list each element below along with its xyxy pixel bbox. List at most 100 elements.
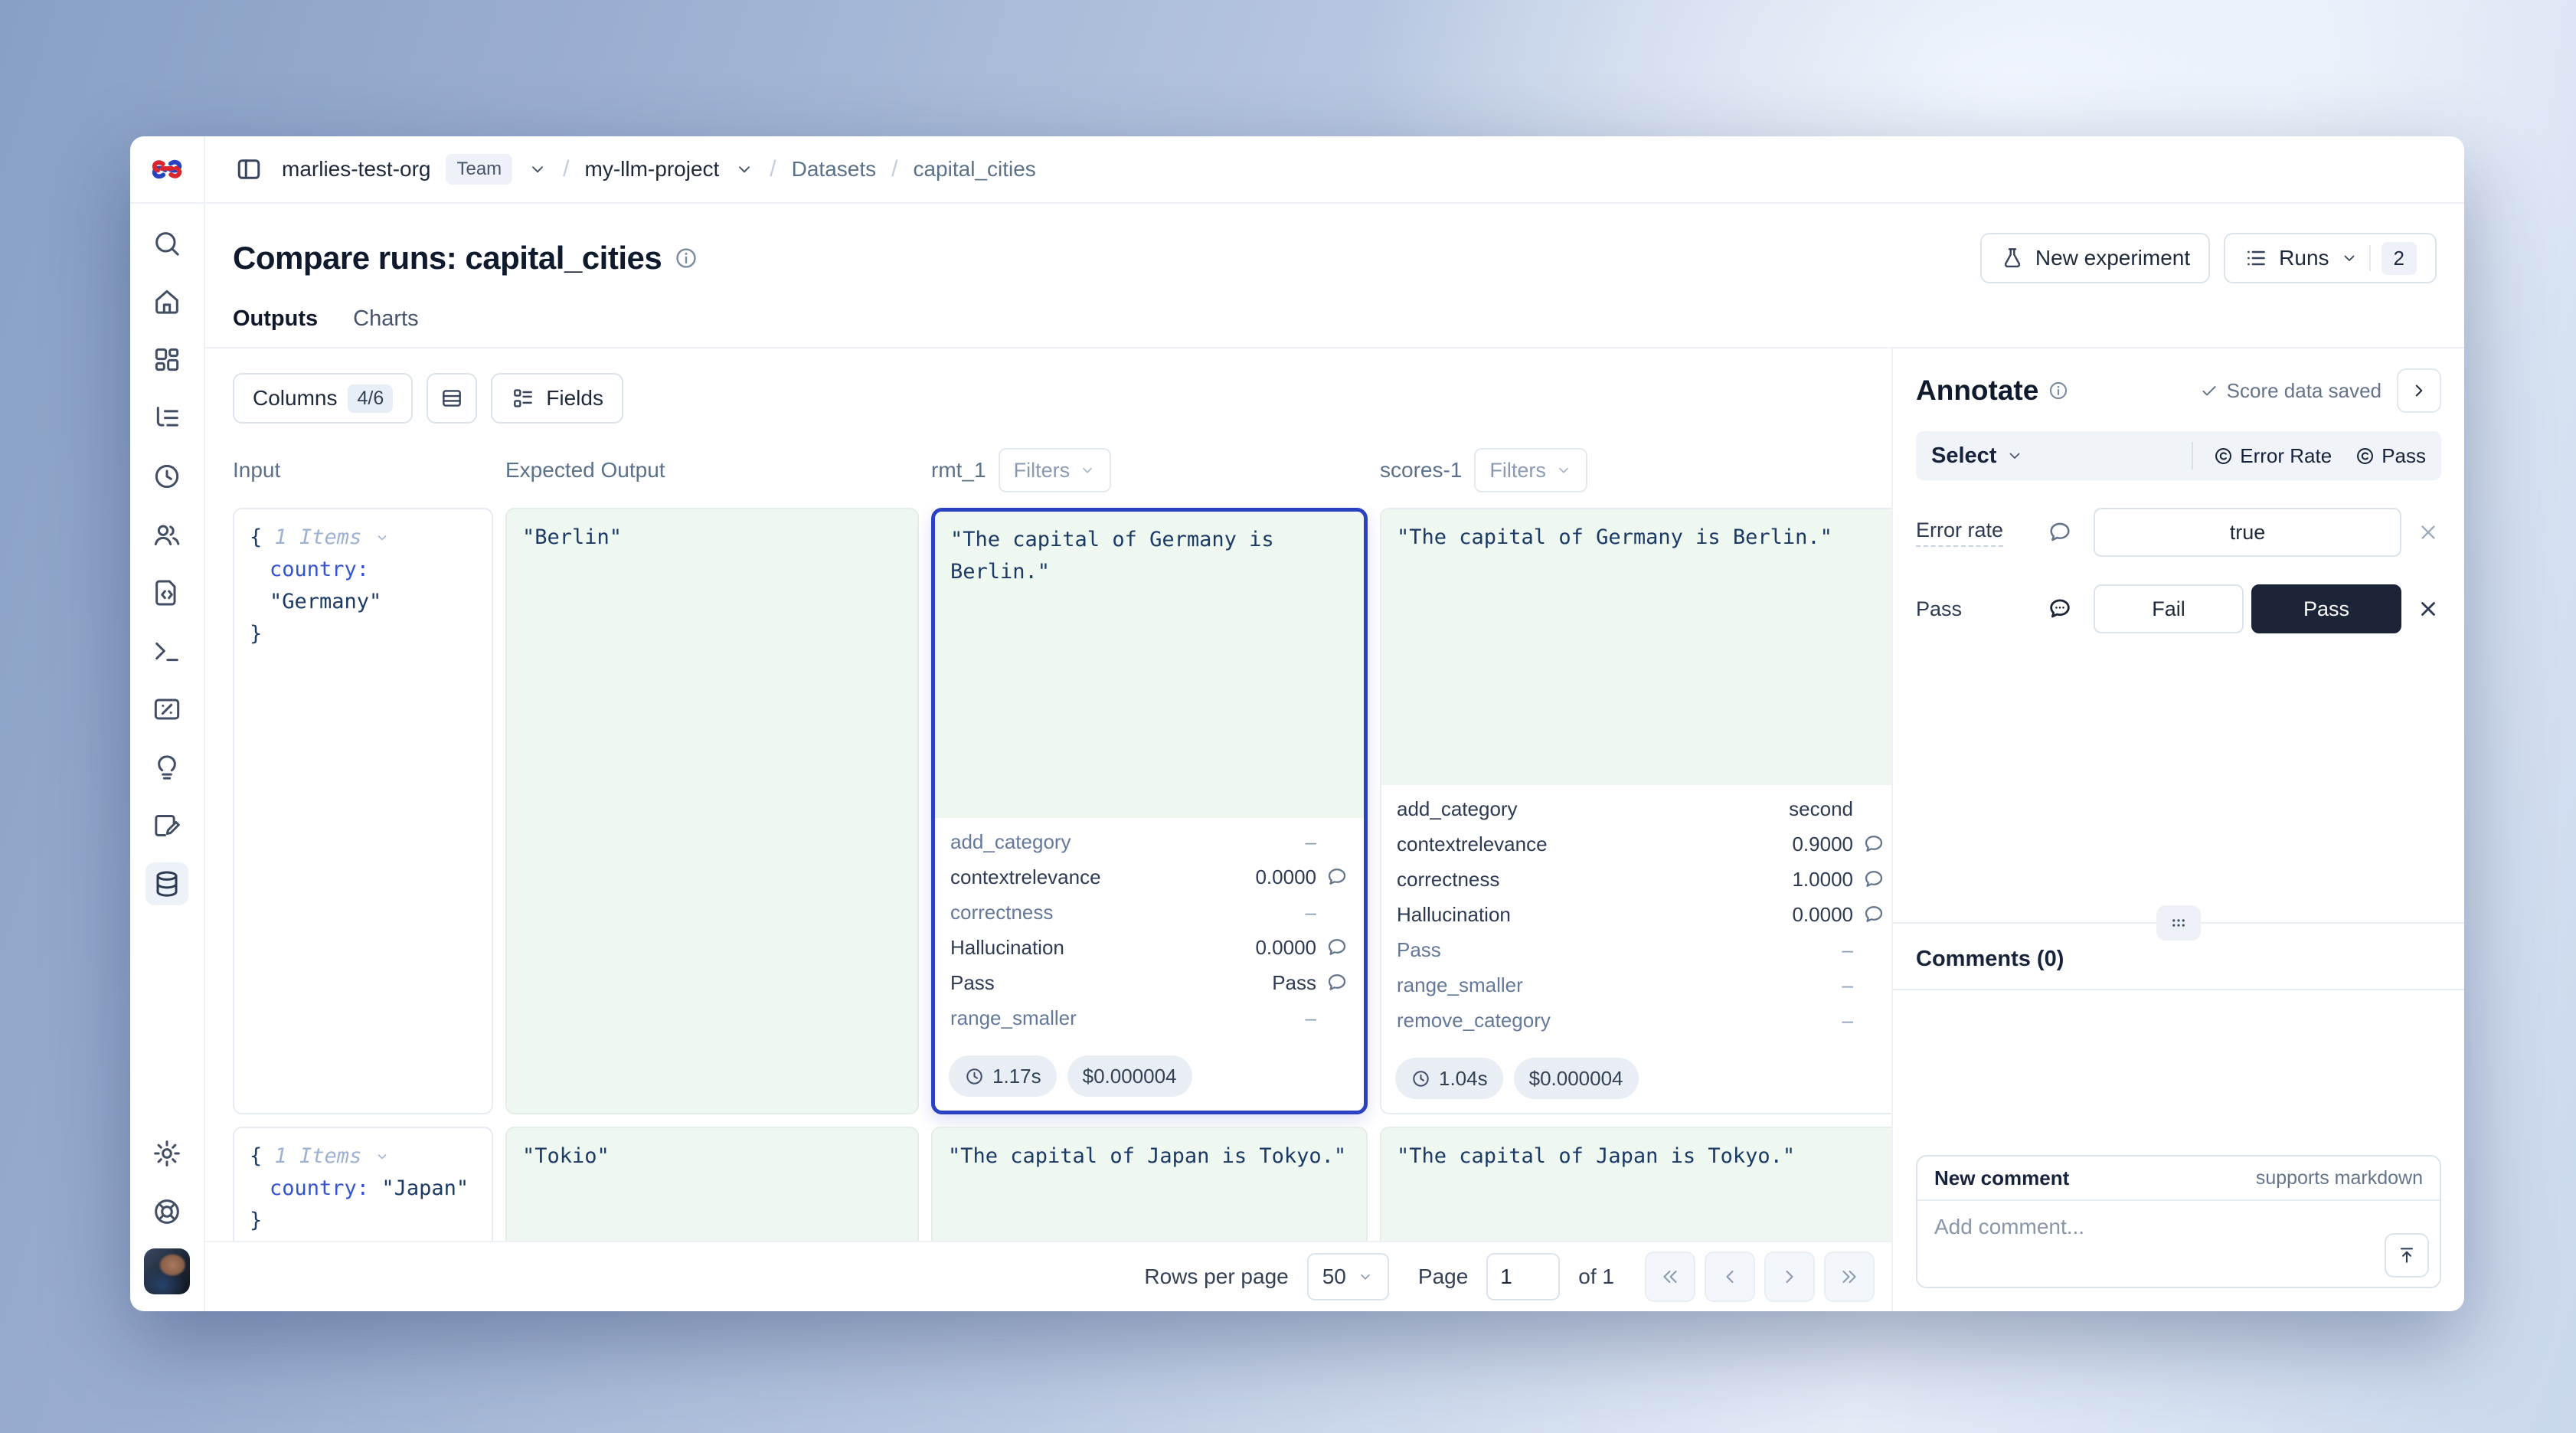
filters-button-scores-1[interactable]: Filters	[1474, 448, 1587, 492]
chevron-down-icon[interactable]	[374, 1149, 390, 1164]
comment-bubble-icon[interactable]	[1316, 936, 1348, 959]
runs-button[interactable]: Runs 2	[2224, 233, 2437, 283]
results-table-area: Columns 4/6 Fields Input Expected Output	[205, 348, 1891, 1311]
json-items-label[interactable]: 1 Items	[275, 1144, 362, 1168]
input-cell[interactable]: { 1 Items country: "Germany" }	[233, 508, 493, 1114]
breadcrumb-org[interactable]: marlies-test-org	[282, 157, 430, 182]
run-output-cell-rmt-1-selected[interactable]: "The capital of Germany is Berlin." add_…	[931, 508, 1368, 1114]
comment-bubble-icon[interactable]	[1853, 903, 1885, 926]
expected-output-cell[interactable]: "Berlin"	[505, 508, 919, 1114]
run-output-text: "The capital of Japan is Tokyo."	[948, 1144, 1346, 1168]
fields-button[interactable]: Fields	[491, 373, 623, 424]
pass-option-button[interactable]: Pass	[2251, 584, 2401, 633]
run-output-cell-scores-1[interactable]: "The capital of Japan is Tokyo."	[1380, 1127, 1891, 1241]
breadcrumb-datasets[interactable]: Datasets	[792, 157, 877, 182]
clear-score-icon[interactable]	[2415, 597, 2441, 620]
metric-row: contextrelevance0.9000	[1397, 826, 1885, 862]
comment-bubble-icon[interactable]	[1853, 868, 1885, 891]
score-tag-pass[interactable]: Pass	[2355, 444, 2426, 468]
score-saved-label: Score data saved	[2227, 379, 2381, 403]
sidebar-toggle-button[interactable]	[231, 152, 266, 187]
submit-comment-button[interactable]	[2385, 1233, 2429, 1278]
chevrons-left-icon	[1659, 1266, 1681, 1287]
metric-name: Pass	[1397, 938, 1842, 962]
metric-row: add_category–	[950, 824, 1348, 859]
drag-handle[interactable]	[2156, 905, 2201, 941]
sidebar-item-file-code[interactable]	[145, 571, 188, 614]
sidebar-item-settings[interactable]	[145, 1132, 188, 1175]
cost-chip: $0.000004	[1514, 1058, 1639, 1099]
last-page-button[interactable]	[1824, 1251, 1875, 1302]
fail-option-button[interactable]: Fail	[2094, 584, 2244, 633]
breadcrumb: marlies-test-org Team / my-llm-project /…	[205, 136, 2464, 204]
sidebar-item-tracing[interactable]	[145, 397, 188, 440]
annotate-panel: Annotate Score data saved Select Error R…	[1891, 348, 2464, 1311]
sidebar-item-support[interactable]	[145, 1190, 188, 1233]
filters-label: Filters	[1014, 459, 1071, 483]
metrics-list: add_categorysecondcontextrelevance0.9000…	[1381, 785, 1891, 1049]
rows-per-page-label: Rows per page	[1144, 1265, 1288, 1289]
json-brace: {	[250, 1144, 262, 1168]
chevron-down-icon[interactable]	[2006, 447, 2024, 465]
new-experiment-button[interactable]: New experiment	[1980, 233, 2210, 283]
page-number-input[interactable]	[1486, 1253, 1560, 1300]
feedback-label-pass[interactable]: Pass	[1916, 597, 1962, 621]
sidebar-item-datasets[interactable]	[145, 862, 188, 905]
collapse-panel-button[interactable]	[2397, 368, 2441, 413]
chevron-down-icon[interactable]	[374, 530, 390, 545]
breadcrumb-separator: /	[891, 156, 897, 182]
chevron-down-icon[interactable]	[734, 159, 754, 179]
comment-input[interactable]	[1917, 1201, 2440, 1287]
previous-page-button[interactable]	[1705, 1251, 1755, 1302]
filters-button-rmt-1[interactable]: Filters	[999, 448, 1112, 492]
comment-bubble-icon[interactable]	[1853, 833, 1885, 856]
select-dropdown[interactable]: Select	[1931, 443, 1996, 469]
info-icon[interactable]	[2048, 380, 2069, 401]
chevron-down-icon	[1079, 462, 1096, 479]
comment-bubble-icon[interactable]	[1316, 865, 1348, 888]
rows-per-page-select[interactable]: 50	[1307, 1253, 1389, 1300]
breadcrumb-project[interactable]: my-llm-project	[585, 157, 720, 182]
chevron-down-icon[interactable]	[528, 159, 548, 179]
sidebar-item-prompts[interactable]	[145, 746, 188, 789]
metric-value: –	[1306, 1006, 1316, 1030]
comment-bubble-icon[interactable]	[2045, 519, 2075, 545]
clear-score-icon[interactable]	[2415, 521, 2441, 544]
metric-value: –	[1842, 973, 1853, 997]
tab-outputs[interactable]: Outputs	[233, 306, 318, 332]
sidebar-item-history[interactable]	[145, 455, 188, 498]
row-height-button[interactable]	[427, 373, 477, 424]
grip-dots-icon	[2167, 911, 2190, 934]
json-items-label[interactable]: 1 Items	[275, 525, 362, 549]
comment-bubble-icon[interactable]	[1316, 971, 1348, 994]
sidebar-item-annotation-queues[interactable]	[145, 804, 188, 847]
run-output-text: "The capital of Germany is Berlin."	[1397, 525, 1832, 549]
json-brace: }	[250, 622, 262, 646]
sidebar-item-playground[interactable]	[145, 630, 188, 672]
expected-output-cell[interactable]: "Tokio"	[505, 1127, 919, 1241]
run-output-cell-rmt-1[interactable]: "The capital of Japan is Tokyo."	[931, 1127, 1368, 1241]
brand-knot-logo	[149, 152, 185, 187]
filters-label: Filters	[1489, 459, 1546, 483]
error-rate-value-input[interactable]	[2094, 508, 2401, 557]
first-page-button[interactable]	[1645, 1251, 1695, 1302]
next-page-button[interactable]	[1764, 1251, 1815, 1302]
score-tag-error-rate[interactable]: Error Rate	[2213, 444, 2332, 468]
app-window: marlies-test-org Team / my-llm-project /…	[130, 136, 2464, 1311]
feedback-label-error-rate[interactable]: Error rate	[1916, 519, 2003, 547]
sidebar-item-home[interactable]	[145, 280, 188, 323]
sidebar-item-dashboards[interactable]	[145, 339, 188, 381]
run-output-cell-scores-1[interactable]: "The capital of Germany is Berlin." add_…	[1380, 508, 1891, 1114]
columns-button[interactable]: Columns 4/6	[233, 373, 413, 424]
tab-charts[interactable]: Charts	[353, 306, 418, 332]
info-icon[interactable]	[674, 246, 698, 270]
input-cell[interactable]: { 1 Items country: "Japan" }	[233, 1127, 493, 1241]
breadcrumb-dataset-name[interactable]: capital_cities	[913, 157, 1035, 182]
annotate-title: Annotate	[1916, 375, 2038, 407]
avatar[interactable]	[144, 1248, 190, 1294]
sidebar-item-search[interactable]	[145, 222, 188, 265]
sidebar-item-evaluations[interactable]	[145, 688, 188, 731]
metric-value: –	[1306, 901, 1316, 924]
sidebar-item-users[interactable]	[145, 513, 188, 556]
comment-bubble-dots-icon[interactable]	[2045, 596, 2075, 622]
